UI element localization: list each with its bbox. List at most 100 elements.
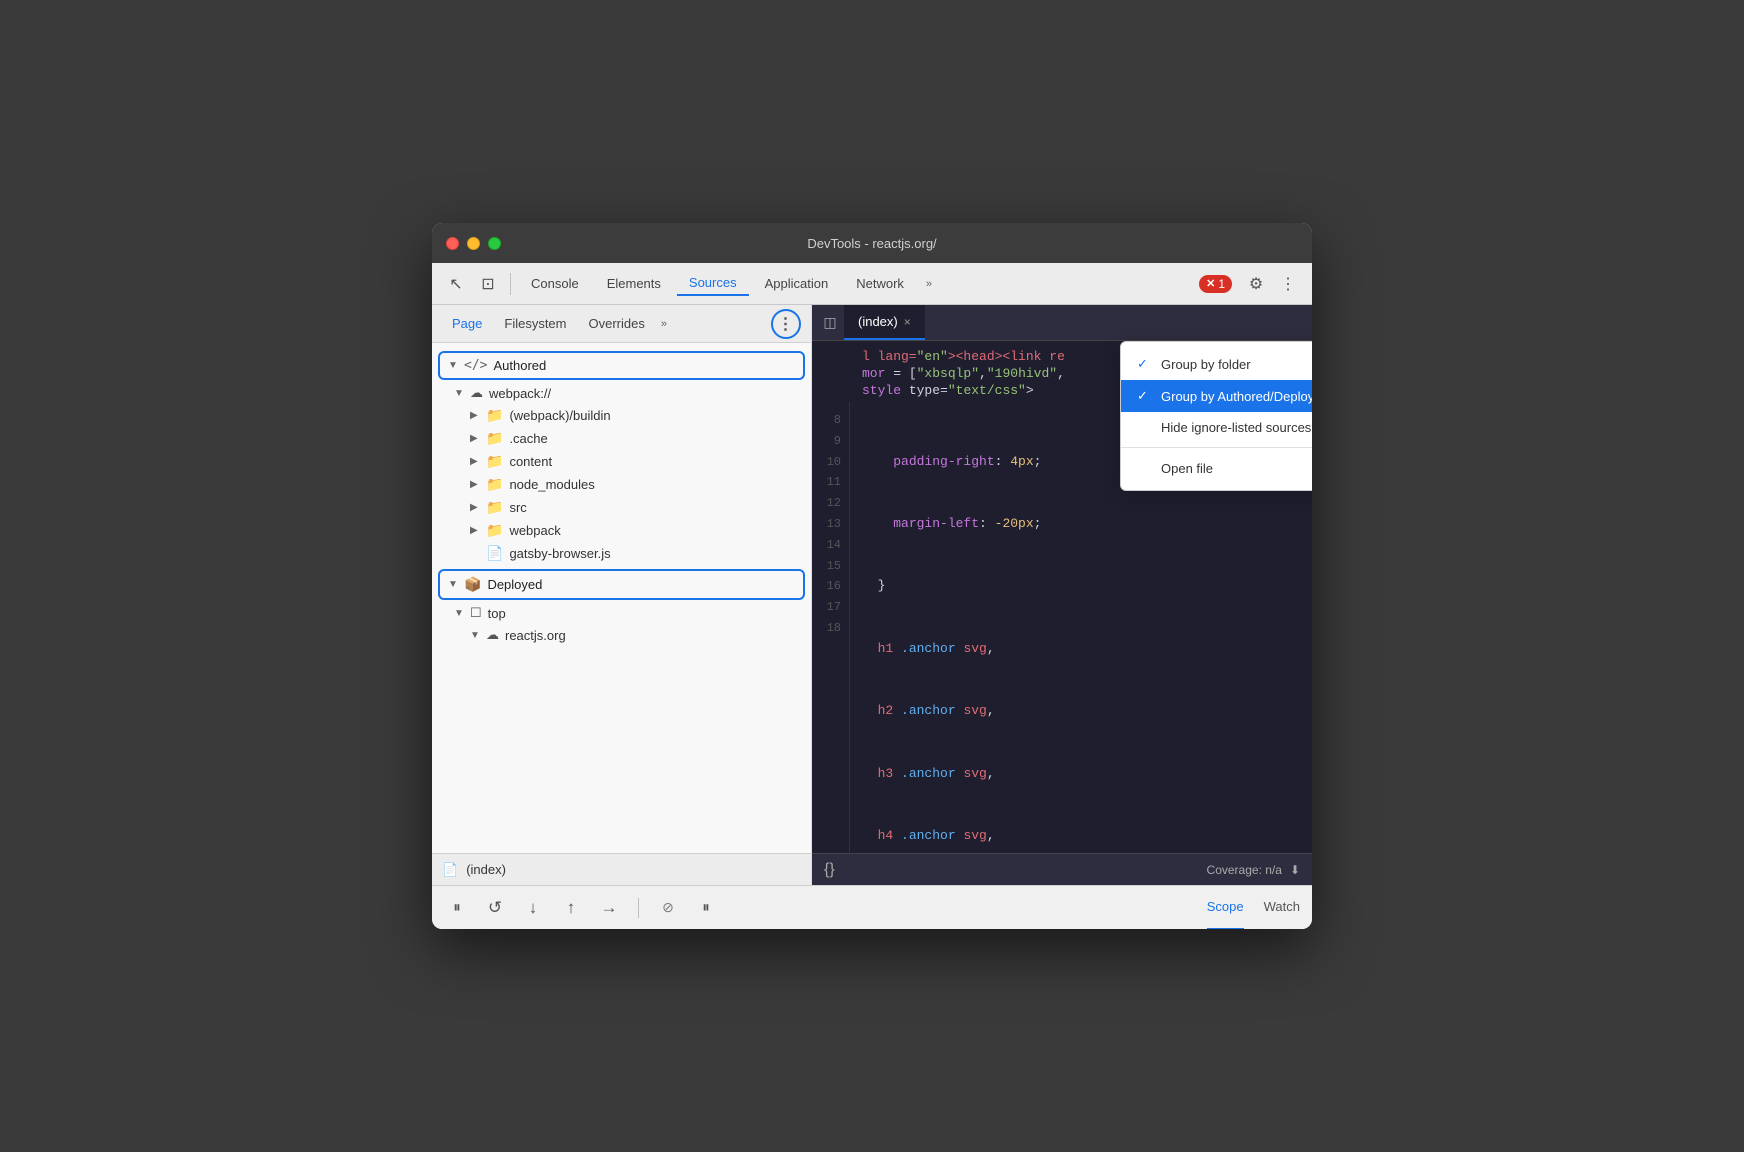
code-tab-close-button[interactable]: × — [904, 315, 911, 329]
deployed-cube-icon: 📦 — [464, 576, 481, 593]
close-button[interactable] — [446, 237, 459, 250]
window-title: DevTools - reactjs.org/ — [807, 236, 936, 251]
line-num-8: 8 — [812, 410, 849, 431]
settings-button[interactable]: ⚙ — [1242, 270, 1270, 298]
authored-code-icon: </> — [464, 358, 487, 373]
line-num-10: 10 — [812, 452, 849, 473]
tab-network[interactable]: Network — [844, 272, 916, 295]
content-item[interactable]: ▶ 📁 content — [432, 450, 811, 473]
line-num-12: 12 — [812, 493, 849, 514]
top-partial-js: mor = ["xbsqlp","190hivd", — [862, 366, 1065, 381]
devtools-window: DevTools - reactjs.org/ ↖ ⊡ Console Elem… — [432, 223, 1312, 929]
code-line-9: margin-left: -20px; — [862, 514, 1300, 535]
line-num-17: 17 — [812, 597, 849, 618]
debug-divider — [638, 898, 639, 918]
watch-tab[interactable]: Watch — [1264, 886, 1300, 930]
buildin-folder-icon: 📁 — [486, 407, 503, 424]
step-into-button[interactable]: ↓ — [520, 895, 546, 921]
webpack-chevron-icon: ▼ — [454, 388, 464, 399]
deployed-chevron-icon: ▼ — [448, 579, 458, 590]
layers-icon: ⊡ — [481, 274, 494, 294]
scope-tab[interactable]: Scope — [1207, 886, 1244, 930]
tab-application[interactable]: Application — [753, 272, 841, 295]
context-menu: ✓ Group by folder ✓ Group by Authored/De… — [1120, 341, 1312, 491]
top-window-icon: ☐ — [470, 605, 482, 621]
cursor-icon: ↖ — [449, 274, 462, 294]
line-numbers: 8 9 10 11 12 13 14 15 16 17 18 — [812, 402, 850, 853]
node-modules-item[interactable]: ▶ 📁 node_modules — [432, 473, 811, 496]
reactjs-item[interactable]: ▼ ☁ reactjs.org — [432, 624, 811, 646]
top-label: top — [488, 606, 506, 621]
deployed-section-header[interactable]: ▼ 📦 Deployed — [438, 569, 805, 600]
debugger-bar: ⏸ ↺ ↓ ↑ → ⊘ ⏸ Scope Watch — [432, 885, 1312, 929]
top-partial-html: l lang="en"><head><link re — [862, 349, 1065, 364]
line-num-18: 18 — [812, 618, 849, 639]
line-num-15: 15 — [812, 556, 849, 577]
layers-button[interactable]: ⊡ — [474, 270, 502, 298]
deactivate-breakpoints-button[interactable]: ⊘ — [655, 895, 681, 921]
tab-console[interactable]: Console — [519, 272, 591, 295]
src-label: src — [509, 500, 526, 515]
traffic-lights — [446, 237, 501, 250]
node-modules-folder-icon: 📁 — [486, 476, 503, 493]
dropdown-item-hide-ignore[interactable]: Hide ignore-listed sources 🧪 — [1121, 412, 1312, 443]
src-folder-icon: 📁 — [486, 499, 503, 516]
file-tree: ▼ </> Authored ▼ ☁ webpack:// ▶ 📁 (webpa… — [432, 343, 811, 853]
pretty-print-button[interactable]: {} — [824, 861, 835, 879]
sub-tab-overrides[interactable]: Overrides — [579, 312, 655, 335]
sub-toolbar: Page Filesystem Overrides » ⋮ — [432, 305, 811, 343]
top-partial-style: style type="text/css"> — [862, 383, 1034, 398]
gatsby-item[interactable]: ▶ 📄 gatsby-browser.js — [432, 542, 811, 565]
webpack-label: webpack:// — [489, 386, 551, 401]
webpack-buildin-item[interactable]: ▶ 📁 (webpack)/buildin — [432, 404, 811, 427]
status-bar: 📄 (index) — [432, 853, 811, 885]
maximize-button[interactable] — [488, 237, 501, 250]
dots-icon: ⋮ — [1280, 274, 1296, 294]
cache-item[interactable]: ▶ 📁 .cache — [432, 427, 811, 450]
tab-elements[interactable]: Elements — [595, 272, 673, 295]
three-dots-menu-button[interactable]: ⋮ — [771, 309, 801, 339]
authored-section-header[interactable]: ▼ </> Authored — [438, 351, 805, 380]
dropdown-item-group-authored[interactable]: ✓ Group by Authored/Deployed 🧪 — [1121, 380, 1312, 412]
pause-resume-button[interactable]: ⏸ — [444, 895, 470, 921]
step-over-button[interactable]: ↺ — [482, 895, 508, 921]
pause-on-exceptions-button[interactable]: ⏸ — [693, 895, 719, 921]
dropdown-item-group-folder[interactable]: ✓ Group by folder — [1121, 348, 1312, 380]
reactjs-chevron-icon: ▼ — [470, 630, 480, 641]
tab-sources[interactable]: Sources — [677, 271, 749, 296]
file-icon: 📄 — [442, 862, 458, 878]
coverage-display: Coverage: n/a ⬇ — [1207, 863, 1300, 877]
webpack-item[interactable]: ▼ ☁ webpack:// — [432, 382, 811, 404]
step-continue-button[interactable]: → — [596, 895, 622, 921]
code-line-11: h1 .anchor svg, — [862, 639, 1300, 660]
webpack-cloud-icon: ☁ — [470, 385, 483, 401]
download-coverage-button[interactable]: ⬇ — [1290, 863, 1300, 877]
cursor-tool-button[interactable]: ↖ — [442, 270, 470, 298]
src-item[interactable]: ▶ 📁 src — [432, 496, 811, 519]
error-count: 1 — [1218, 277, 1225, 291]
more-tabs-chevron[interactable]: » — [920, 274, 938, 294]
sub-more-chevron[interactable]: » — [661, 318, 667, 330]
open-file-label: Open file — [1161, 461, 1213, 476]
code-tab-index[interactable]: (index) × — [844, 305, 925, 340]
sub-tab-page[interactable]: Page — [442, 312, 492, 335]
content-folder-icon: 📁 — [486, 453, 503, 470]
dropdown-item-open-file[interactable]: Open file ⌘ P — [1121, 452, 1312, 484]
line-num-9: 9 — [812, 431, 849, 452]
scope-watch-tabs: Scope Watch — [1207, 886, 1300, 930]
reactjs-label: reactjs.org — [505, 628, 566, 643]
more-options-button[interactable]: ⋮ — [1274, 270, 1302, 298]
step-out-button[interactable]: ↑ — [558, 895, 584, 921]
main-content: Page Filesystem Overrides » ⋮ ▼ </> Auth… — [432, 305, 1312, 885]
buildin-chevron-icon: ▶ — [470, 410, 480, 421]
toolbar-divider — [510, 273, 511, 295]
main-toolbar: ↖ ⊡ Console Elements Sources Application… — [432, 263, 1312, 305]
title-bar: DevTools - reactjs.org/ — [432, 223, 1312, 263]
top-item[interactable]: ▼ ☐ top — [432, 602, 811, 624]
sidebar-toggle-button[interactable]: ◫ — [816, 309, 844, 337]
minimize-button[interactable] — [467, 237, 480, 250]
authored-label: Authored — [493, 358, 546, 373]
hide-ignore-label: Hide ignore-listed sources — [1161, 420, 1311, 435]
sub-tab-filesystem[interactable]: Filesystem — [494, 312, 576, 335]
webpack-folder-item[interactable]: ▶ 📁 webpack — [432, 519, 811, 542]
